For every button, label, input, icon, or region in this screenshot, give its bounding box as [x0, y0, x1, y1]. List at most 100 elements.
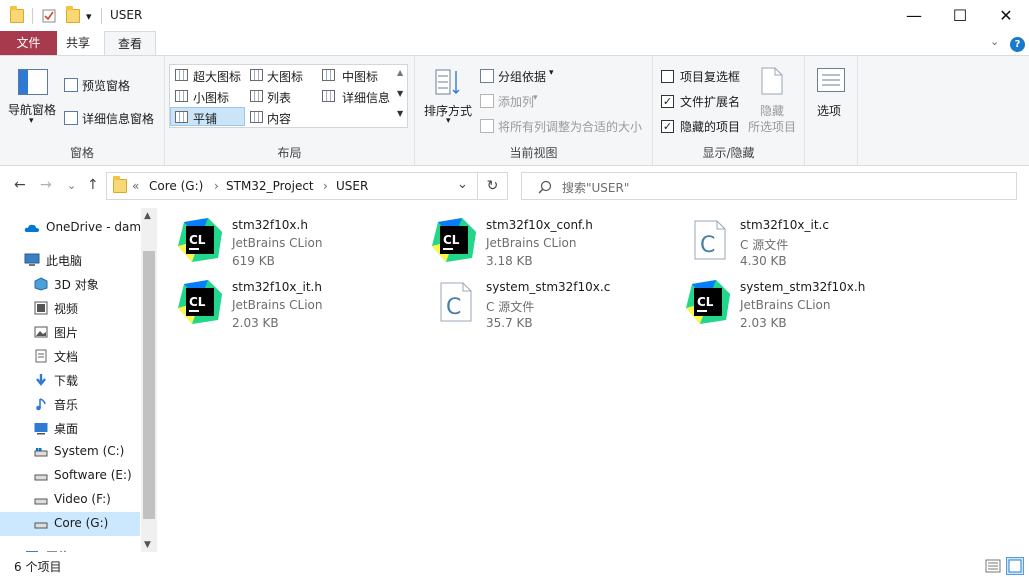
- network-icon: [24, 549, 38, 552]
- breadcrumb-user[interactable]: USER: [336, 179, 368, 193]
- nav-item-drive-f[interactable]: Video (F:): [0, 488, 140, 512]
- drive-f-icon: [34, 493, 48, 507]
- nav-item-music[interactable]: 音乐: [0, 392, 140, 416]
- group-by-dropdown[interactable]: ▾: [549, 68, 554, 78]
- preview-pane-button[interactable]: 预览窗格: [82, 77, 130, 94]
- layout-medium-icons[interactable]: 中图标: [342, 68, 378, 85]
- breadcrumb-separator[interactable]: ›: [214, 179, 219, 193]
- breadcrumb-overflow[interactable]: «: [132, 179, 139, 193]
- file-tile[interactable]: CL stm32f10x_it.h JetBrains CLion 2.03 K…: [178, 280, 428, 338]
- layout-tiles[interactable]: 平铺: [193, 110, 217, 127]
- breadcrumb-drive[interactable]: Core (G:): [149, 179, 203, 193]
- drive-c-icon: [34, 445, 48, 459]
- forward-button[interactable]: →: [40, 177, 52, 193]
- layout-small-icons[interactable]: 小图标: [193, 89, 229, 106]
- nav-item-drive-c[interactable]: System (C:): [0, 440, 140, 464]
- fit-columns-button[interactable]: 将所有列调整为合适的大小: [498, 118, 642, 135]
- hide-button[interactable]: 隐藏: [760, 102, 784, 119]
- new-folder-icon[interactable]: [66, 6, 80, 26]
- nav-item-drive-e[interactable]: Software (E:): [0, 464, 140, 488]
- svg-text:CL: CL: [443, 233, 460, 247]
- maximize-button[interactable]: ☐: [937, 0, 983, 31]
- nav-item-pictures[interactable]: 图片: [0, 320, 140, 344]
- search-input[interactable]: 搜索"USER": [521, 172, 1017, 200]
- minimize-button[interactable]: —: [891, 0, 937, 31]
- item-checkbox-toggle[interactable]: [661, 70, 674, 83]
- refresh-button[interactable]: ↻: [478, 172, 508, 200]
- add-column-dropdown[interactable]: ▾: [533, 93, 538, 103]
- tab-view[interactable]: 查看: [104, 31, 156, 55]
- nav-item-drive-g[interactable]: Core (G:): [0, 512, 140, 536]
- group-current-view: 排序方式 ▾ 分组依据 ▾ 添加列 ▾ 将所有列调整为合适的大小 当前视图: [415, 56, 653, 165]
- group-label-layout: 布局: [277, 146, 302, 160]
- back-button[interactable]: ←: [14, 177, 26, 193]
- breadcrumb-project[interactable]: STM32_Project: [226, 179, 314, 193]
- title-bar: ▾ USER — ☐ ✕: [0, 0, 1029, 31]
- group-by-button[interactable]: 分组依据: [498, 68, 546, 85]
- large-icons-view-icon[interactable]: [1006, 557, 1024, 575]
- group-label-show-hide: 显示/隐藏: [702, 146, 755, 160]
- breadcrumb-separator[interactable]: ›: [323, 179, 328, 193]
- hide-selected-label[interactable]: 所选项目: [748, 118, 796, 135]
- hidden-items-toggle[interactable]: ✓: [661, 120, 674, 133]
- nav-item-this-pc[interactable]: 此电脑: [0, 248, 140, 272]
- sort-dropdown[interactable]: ▾: [446, 116, 451, 126]
- help-icon[interactable]: ?: [1010, 37, 1025, 52]
- nav-item-onedrive[interactable]: OneDrive - dam: [0, 216, 141, 240]
- file-tile[interactable]: CL stm32f10x.h JetBrains CLion 619 KB: [178, 218, 428, 276]
- nav-item-3d-objects[interactable]: 3D 对象: [0, 272, 140, 296]
- item-checkbox-label[interactable]: 项目复选框: [680, 68, 740, 85]
- layout-large-icons[interactable]: 大图标: [267, 68, 303, 85]
- file-ext-toggle[interactable]: ✓: [661, 95, 674, 108]
- search-placeholder: 搜索"USER": [562, 181, 630, 195]
- tab-share[interactable]: 共享: [52, 31, 104, 55]
- nav-item-network[interactable]: 网络: [0, 544, 140, 552]
- tiles-icon: [175, 111, 188, 123]
- drive-e-icon: [34, 469, 48, 483]
- nav-pane-dropdown[interactable]: ▾: [29, 116, 34, 126]
- layout-list[interactable]: 列表: [267, 89, 291, 106]
- scroll-down-icon[interactable]: ▼: [144, 540, 151, 550]
- xl-icons-icon: [175, 69, 188, 81]
- layout-details[interactable]: 详细信息: [342, 89, 390, 106]
- properties-icon[interactable]: [42, 6, 56, 26]
- nav-item-downloads[interactable]: 下载: [0, 368, 140, 392]
- content-icon: [250, 111, 263, 123]
- details-pane-button[interactable]: 详细信息窗格: [82, 110, 154, 127]
- file-tile[interactable]: C system_stm32f10x.c C 源文件 35.7 KB: [432, 280, 682, 338]
- layout-xl-icons[interactable]: 超大图标: [193, 68, 241, 85]
- nav-pane-icon[interactable]: [18, 69, 48, 95]
- up-button[interactable]: ↑: [87, 177, 99, 193]
- gallery-scroll-up-icon[interactable]: ▲: [397, 68, 403, 77]
- add-column-button[interactable]: 添加列: [498, 93, 534, 110]
- details-view-icon[interactable]: [985, 559, 1001, 576]
- scroll-up-icon[interactable]: ▲: [144, 211, 151, 221]
- nav-item-desktop[interactable]: 桌面: [0, 416, 140, 440]
- close-button[interactable]: ✕: [983, 0, 1029, 31]
- address-bar[interactable]: « Core (G:) › STM32_Project › USER ⌄: [106, 172, 478, 200]
- file-ext-label[interactable]: 文件扩展名: [680, 93, 740, 110]
- quick-access-dropdown[interactable]: ▾: [86, 6, 92, 26]
- recent-locations-button[interactable]: ⌄: [67, 179, 76, 192]
- nav-scrollbar-thumb[interactable]: [143, 251, 155, 519]
- hidden-items-label[interactable]: 隐藏的项目: [680, 118, 740, 135]
- file-tile[interactable]: CL system_stm32f10x.h JetBrains CLion 2.…: [686, 280, 936, 338]
- file-tile[interactable]: CL stm32f10x_conf.h JetBrains CLion 3.18…: [432, 218, 682, 276]
- file-tile[interactable]: C stm32f10x_it.c C 源文件 4.30 KB: [686, 218, 936, 276]
- options-button[interactable]: 选项: [817, 102, 841, 119]
- nav-item-videos[interactable]: 视频: [0, 296, 140, 320]
- chevron-up-icon[interactable]: ⌄: [990, 35, 999, 48]
- gallery-scroll-down-icon[interactable]: ▼: [397, 89, 403, 98]
- group-label-panes: 窗格: [69, 146, 94, 160]
- svg-text:CL: CL: [697, 295, 714, 309]
- layout-content[interactable]: 内容: [267, 110, 291, 127]
- nav-item-documents[interactable]: 文档: [0, 344, 140, 368]
- gallery-expand-icon[interactable]: ▼: [397, 109, 403, 118]
- address-dropdown-icon[interactable]: ⌄: [457, 177, 468, 192]
- music-icon: [34, 397, 48, 411]
- downloads-icon: [34, 373, 48, 387]
- group-by-icon: [480, 69, 494, 83]
- details-pane-icon: [64, 111, 78, 125]
- file-name: system_stm32f10x.c: [486, 280, 611, 294]
- svg-text:CL: CL: [189, 233, 206, 247]
